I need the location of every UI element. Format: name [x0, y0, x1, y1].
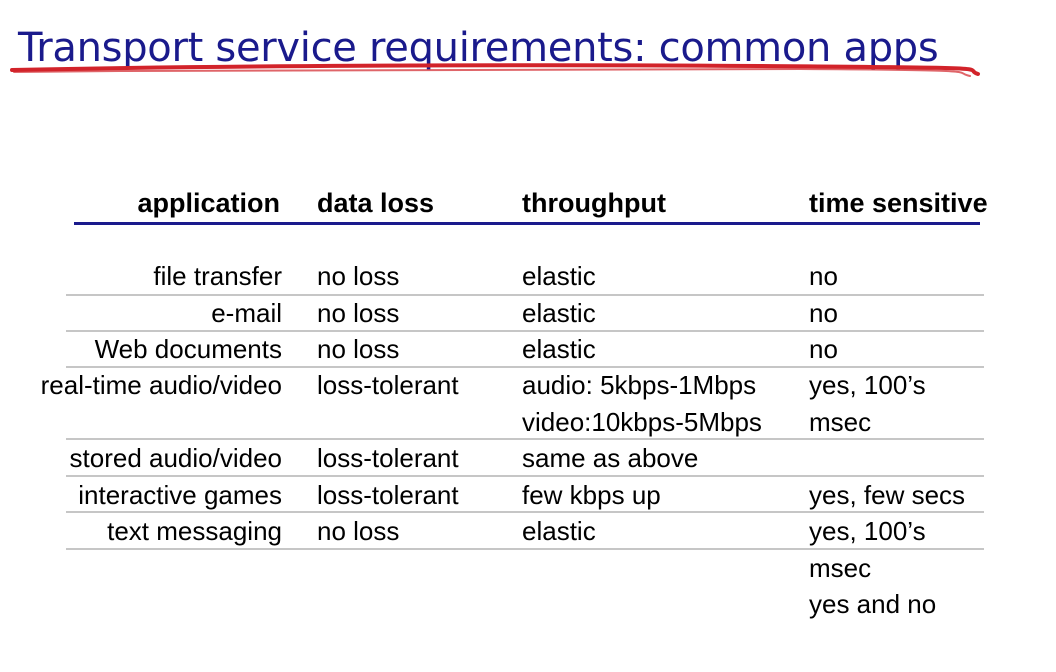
table-cell-time-sensitive: yes, 100’s — [809, 516, 926, 546]
table-cell-throughput: video:10kbps-5Mbps — [522, 407, 762, 437]
table-cell-data-loss: no loss — [317, 516, 400, 546]
table-cell-data-loss: no loss — [317, 334, 400, 364]
table-cell-throughput: elastic — [522, 334, 596, 364]
table-cell-time-sensitive: no — [809, 261, 838, 291]
table-cell-application: text messaging — [107, 516, 282, 546]
table-cell-time-sensitive: yes and no — [809, 589, 937, 619]
table-cell-time-sensitive: msec — [809, 407, 872, 437]
table-cell-throughput: elastic — [522, 516, 596, 546]
header-time-sensitive: time sensitive — [809, 188, 988, 218]
table-cell-data-loss: no loss — [317, 261, 400, 291]
table-cell-application: file transfer — [153, 261, 282, 291]
header-application: application — [137, 188, 280, 218]
table-cell-application: interactive games — [78, 480, 282, 510]
table-cell-data-loss: loss-tolerant — [317, 480, 459, 510]
table-cell-application: real-time audio/video — [40, 370, 282, 400]
table-cell-time-sensitive: yes, 100’s — [809, 370, 926, 400]
table-cell-data-loss: loss-tolerant — [317, 443, 459, 473]
table-cell-time-sensitive: yes, few secs — [809, 480, 966, 510]
table-cell-throughput: same as above — [522, 443, 699, 473]
table-cell-time-sensitive: msec — [809, 553, 872, 583]
header-divider — [74, 222, 980, 225]
table-cell-throughput: audio: 5kbps-1Mbps — [522, 370, 757, 400]
table-cell-data-loss: loss-tolerant — [317, 370, 459, 400]
header-throughput: throughput — [522, 188, 666, 218]
row-divider — [66, 548, 984, 550]
title-underline — [10, 63, 980, 77]
table-cell-time-sensitive: no — [809, 334, 838, 364]
table-cell-application: stored audio/video — [69, 443, 282, 473]
table-cell-time-sensitive: no — [809, 298, 838, 328]
header-data-loss: data loss — [317, 188, 435, 218]
table-cell-throughput: elastic — [522, 261, 596, 291]
table-cell-throughput: few kbps up — [522, 480, 661, 510]
table-cell-data-loss: no loss — [317, 298, 400, 328]
table-cell-application: e-mail — [211, 298, 282, 328]
table-cell-throughput: elastic — [522, 298, 596, 328]
table-cell-application: Web documents — [94, 334, 282, 364]
